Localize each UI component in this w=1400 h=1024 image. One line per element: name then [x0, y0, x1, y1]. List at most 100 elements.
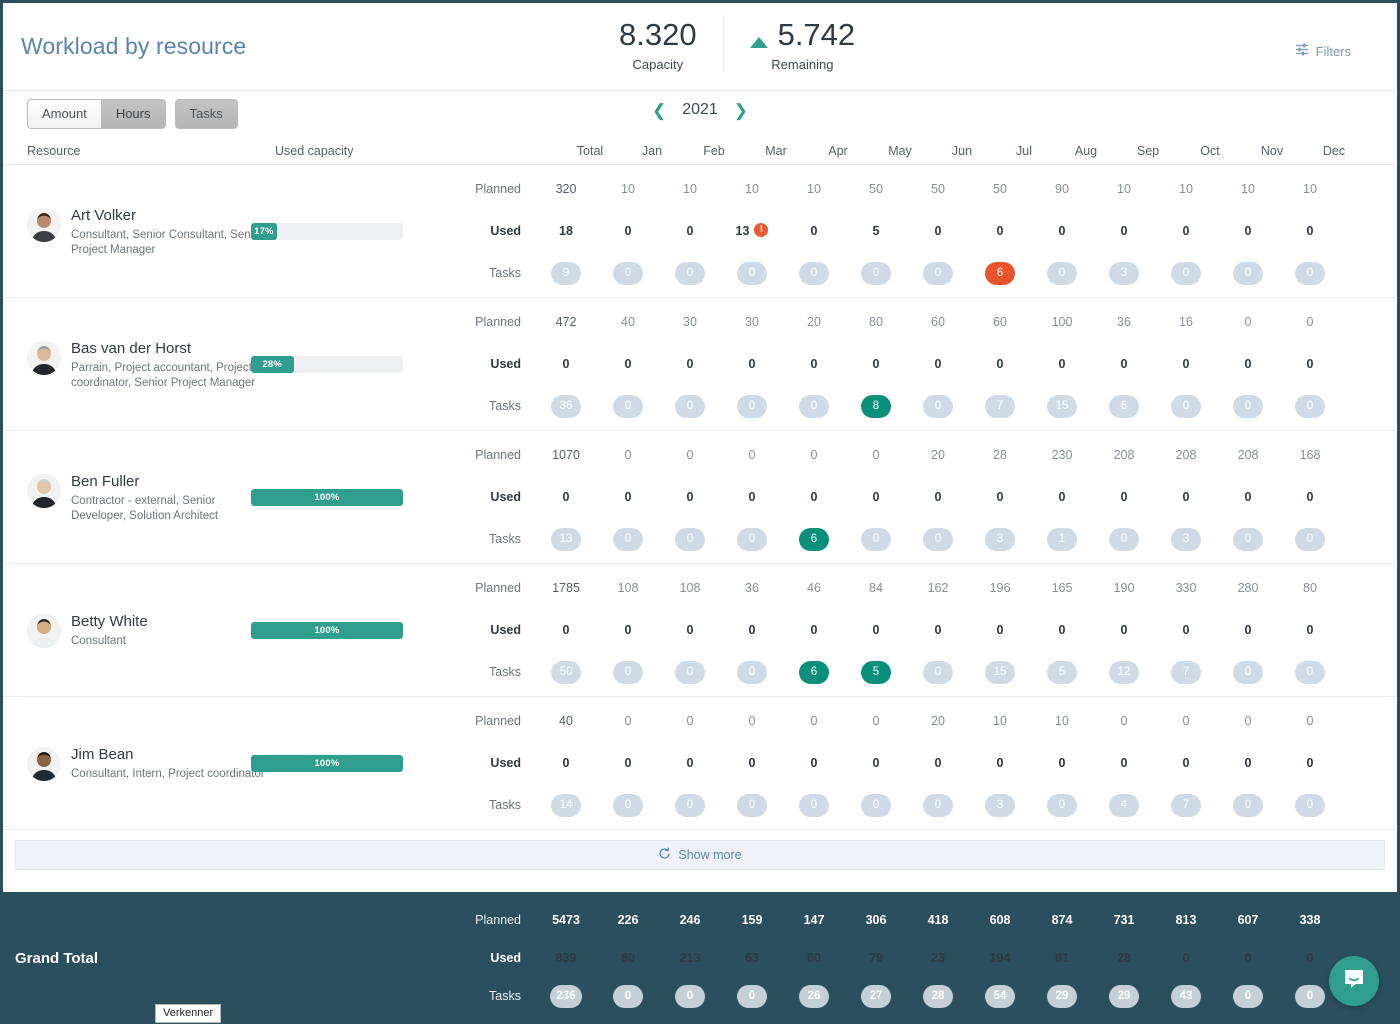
filters-button[interactable]: Filters — [1295, 43, 1351, 59]
task-count-pill[interactable]: 6 — [1109, 394, 1139, 418]
task-count-pill[interactable]: 14 — [551, 793, 581, 817]
task-count-pill[interactable]: 28 — [923, 984, 953, 1008]
task-count-pill[interactable]: 6 — [799, 660, 829, 684]
task-count-pill[interactable]: 0 — [675, 660, 705, 684]
task-count-pill[interactable]: 5 — [861, 660, 891, 684]
task-count-pill[interactable]: 36 — [551, 394, 581, 418]
task-count-pill[interactable]: 0 — [613, 394, 643, 418]
resource-name[interactable]: Betty White — [71, 612, 271, 632]
task-count-pill[interactable]: 0 — [1233, 660, 1263, 684]
task-count-pill[interactable]: 0 — [1047, 261, 1077, 285]
task-count-pill[interactable]: 0 — [613, 261, 643, 285]
task-count-pill[interactable]: 8 — [861, 394, 891, 418]
show-more-button[interactable]: Show more — [15, 840, 1385, 870]
task-count-pill[interactable]: 15 — [985, 660, 1015, 684]
resource-info[interactable]: Art Volker Consultant, Senior Consultant,… — [3, 205, 263, 258]
task-count-pill[interactable]: 0 — [675, 793, 705, 817]
resource-name[interactable]: Ben Fuller — [71, 472, 271, 492]
task-count-pill[interactable]: 1 — [1047, 527, 1077, 551]
resource-info[interactable]: Jim Bean Consultant, Intern, Project coor… — [3, 744, 265, 782]
task-count-pill[interactable]: 0 — [613, 660, 643, 684]
metric-used-dec: 0 — [1306, 756, 1314, 770]
task-count-pill[interactable]: 4 — [1109, 793, 1139, 817]
task-count-pill[interactable]: 0 — [923, 793, 953, 817]
task-count-pill[interactable]: 0 — [675, 984, 705, 1008]
task-count-pill[interactable]: 7 — [1171, 660, 1201, 684]
task-count-pill[interactable]: 0 — [1047, 793, 1077, 817]
task-count-pill[interactable]: 0 — [1233, 793, 1263, 817]
toggle-amount-button[interactable]: Amount — [27, 99, 101, 129]
task-count-pill[interactable]: 27 — [861, 984, 891, 1008]
task-count-pill[interactable]: 0 — [737, 261, 767, 285]
task-count-pill[interactable]: 9 — [551, 261, 581, 285]
task-count-pill[interactable]: 0 — [737, 660, 767, 684]
task-count-pill[interactable]: 0 — [1295, 984, 1325, 1008]
task-count-pill[interactable]: 0 — [613, 527, 643, 551]
toggle-tasks-button[interactable]: Tasks — [174, 99, 238, 129]
warning-icon[interactable]: ! — [754, 223, 769, 238]
task-count-pill[interactable]: 0 — [1295, 261, 1325, 285]
chevron-right-icon[interactable]: ❯ — [734, 102, 748, 119]
task-count-pill[interactable]: 7 — [1171, 793, 1201, 817]
task-count-pill[interactable]: 0 — [861, 527, 891, 551]
task-count-pill[interactable]: 29 — [1047, 984, 1077, 1008]
task-count-pill[interactable]: 0 — [1295, 394, 1325, 418]
task-count-pill[interactable]: 236 — [550, 984, 582, 1008]
task-count-pill[interactable]: 0 — [799, 261, 829, 285]
resource-name[interactable]: Bas van der Horst — [71, 339, 271, 359]
toggle-hours-button[interactable]: Hours — [100, 99, 166, 129]
resource-name[interactable]: Art Volker — [71, 206, 271, 226]
resource-info[interactable]: Ben Fuller Contractor - external, Senior … — [3, 471, 251, 524]
task-count-pill[interactable]: 3 — [985, 793, 1015, 817]
task-count-pill[interactable]: 3 — [1171, 527, 1201, 551]
task-count-pill[interactable]: 0 — [675, 527, 705, 551]
task-count-pill[interactable]: 6 — [985, 261, 1015, 285]
task-count-pill[interactable]: 15 — [1047, 394, 1077, 418]
task-count-pill[interactable]: 0 — [737, 394, 767, 418]
task-count-pill[interactable]: 26 — [799, 984, 829, 1008]
metric-planned-oct: 330 — [1175, 581, 1197, 595]
task-count-pill[interactable]: 0 — [737, 984, 767, 1008]
task-count-pill[interactable]: 0 — [923, 261, 953, 285]
task-count-pill[interactable]: 0 — [1233, 527, 1263, 551]
task-count-pill[interactable]: 0 — [1171, 394, 1201, 418]
task-count-pill[interactable]: 0 — [923, 394, 953, 418]
task-count-pill[interactable]: 12 — [1109, 660, 1139, 684]
metric-planned-oct: 208 — [1175, 448, 1197, 462]
task-count-pill[interactable]: 0 — [923, 527, 953, 551]
task-count-pill[interactable]: 0 — [1233, 394, 1263, 418]
task-count-pill[interactable]: 0 — [1109, 527, 1139, 551]
task-count-pill[interactable]: 0 — [613, 984, 643, 1008]
task-count-pill[interactable]: 0 — [1295, 527, 1325, 551]
task-count-pill[interactable]: 0 — [923, 660, 953, 684]
task-count-pill[interactable]: 7 — [985, 394, 1015, 418]
chat-bubble-button[interactable] — [1329, 956, 1379, 1006]
task-count-pill[interactable]: 0 — [799, 793, 829, 817]
task-count-pill[interactable]: 0 — [799, 394, 829, 418]
task-count-pill[interactable]: 0 — [1233, 261, 1263, 285]
task-count-pill[interactable]: 0 — [1233, 984, 1263, 1008]
task-count-pill[interactable]: 6 — [799, 527, 829, 551]
task-count-pill[interactable]: 0 — [737, 527, 767, 551]
resource-info[interactable]: Betty White Consultant — [3, 611, 251, 649]
task-count-pill[interactable]: 13 — [551, 527, 581, 551]
task-count-pill[interactable]: 50 — [551, 660, 581, 684]
task-count-pill[interactable]: 0 — [861, 793, 891, 817]
task-count-pill[interactable]: 0 — [737, 793, 767, 817]
task-count-pill[interactable]: 0 — [1171, 261, 1201, 285]
task-count-pill[interactable]: 0 — [861, 261, 891, 285]
task-count-pill[interactable]: 5 — [1047, 660, 1077, 684]
task-count-pill[interactable]: 0 — [675, 394, 705, 418]
resource-name[interactable]: Jim Bean — [71, 745, 271, 765]
task-count-pill[interactable]: 0 — [1295, 793, 1325, 817]
task-count-pill[interactable]: 0 — [1295, 660, 1325, 684]
task-count-pill[interactable]: 54 — [985, 984, 1015, 1008]
task-count-pill[interactable]: 0 — [675, 261, 705, 285]
chevron-left-icon[interactable]: ❮ — [652, 102, 666, 119]
task-count-pill[interactable]: 0 — [613, 793, 643, 817]
task-count-pill[interactable]: 3 — [1109, 261, 1139, 285]
task-count-pill[interactable]: 43 — [1171, 984, 1201, 1008]
task-count-pill[interactable]: 29 — [1109, 984, 1139, 1008]
resource-info[interactable]: Bas van der Horst Parrain, Project accoun… — [3, 338, 255, 391]
task-count-pill[interactable]: 3 — [985, 527, 1015, 551]
